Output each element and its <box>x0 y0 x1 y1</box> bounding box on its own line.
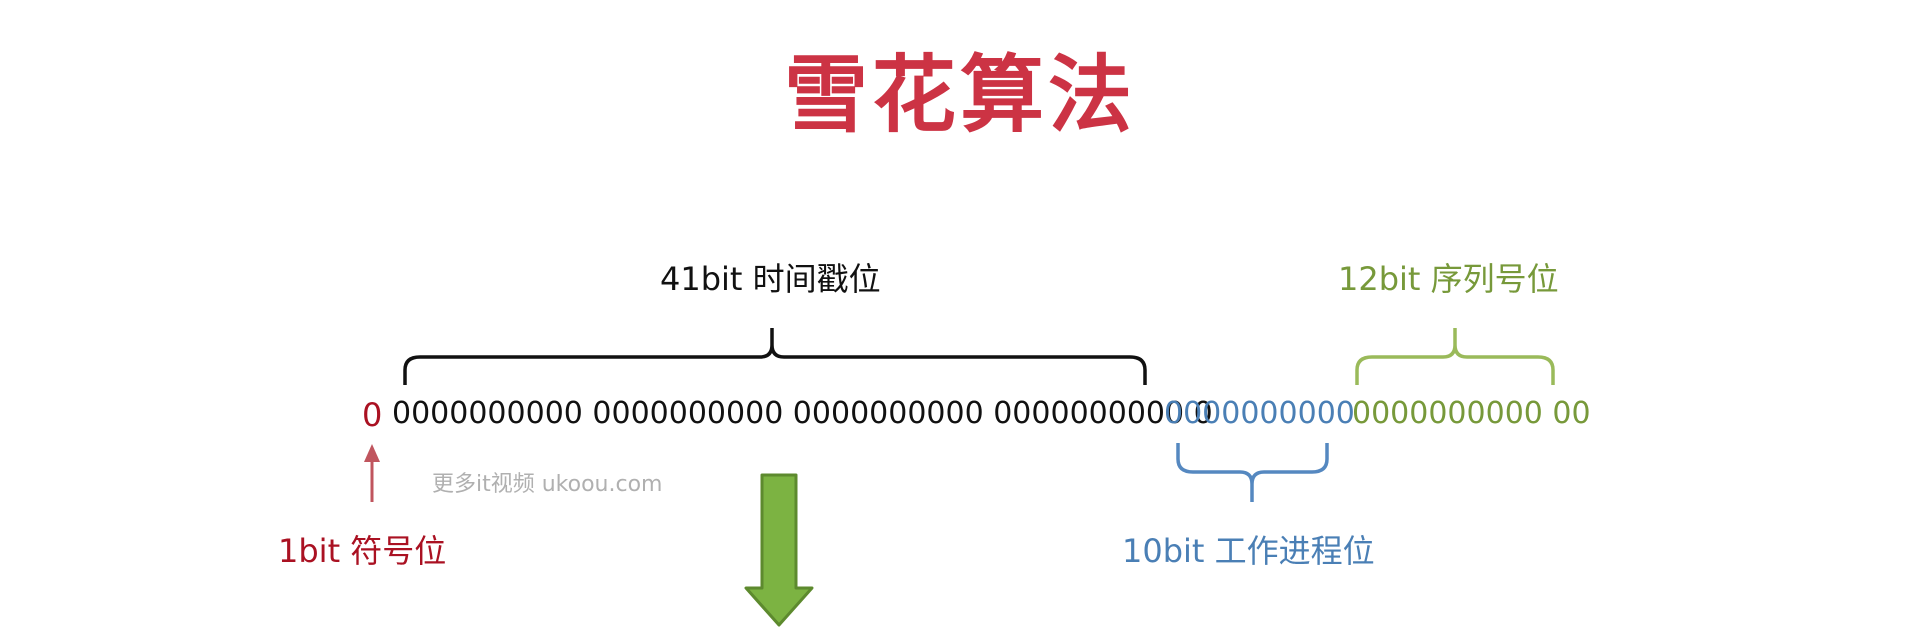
worker-brace <box>1176 443 1329 502</box>
sequence-brace <box>1355 328 1555 385</box>
down-arrow-icon <box>744 473 814 627</box>
sign-arrow-head <box>364 444 380 462</box>
slide: 雪花算法 41bit 时间戳位 12bit 序列号位 1bit 符号位 10bi… <box>0 0 1920 640</box>
timestamp-brace <box>403 328 1147 385</box>
diagram-overlay <box>364 328 1555 627</box>
